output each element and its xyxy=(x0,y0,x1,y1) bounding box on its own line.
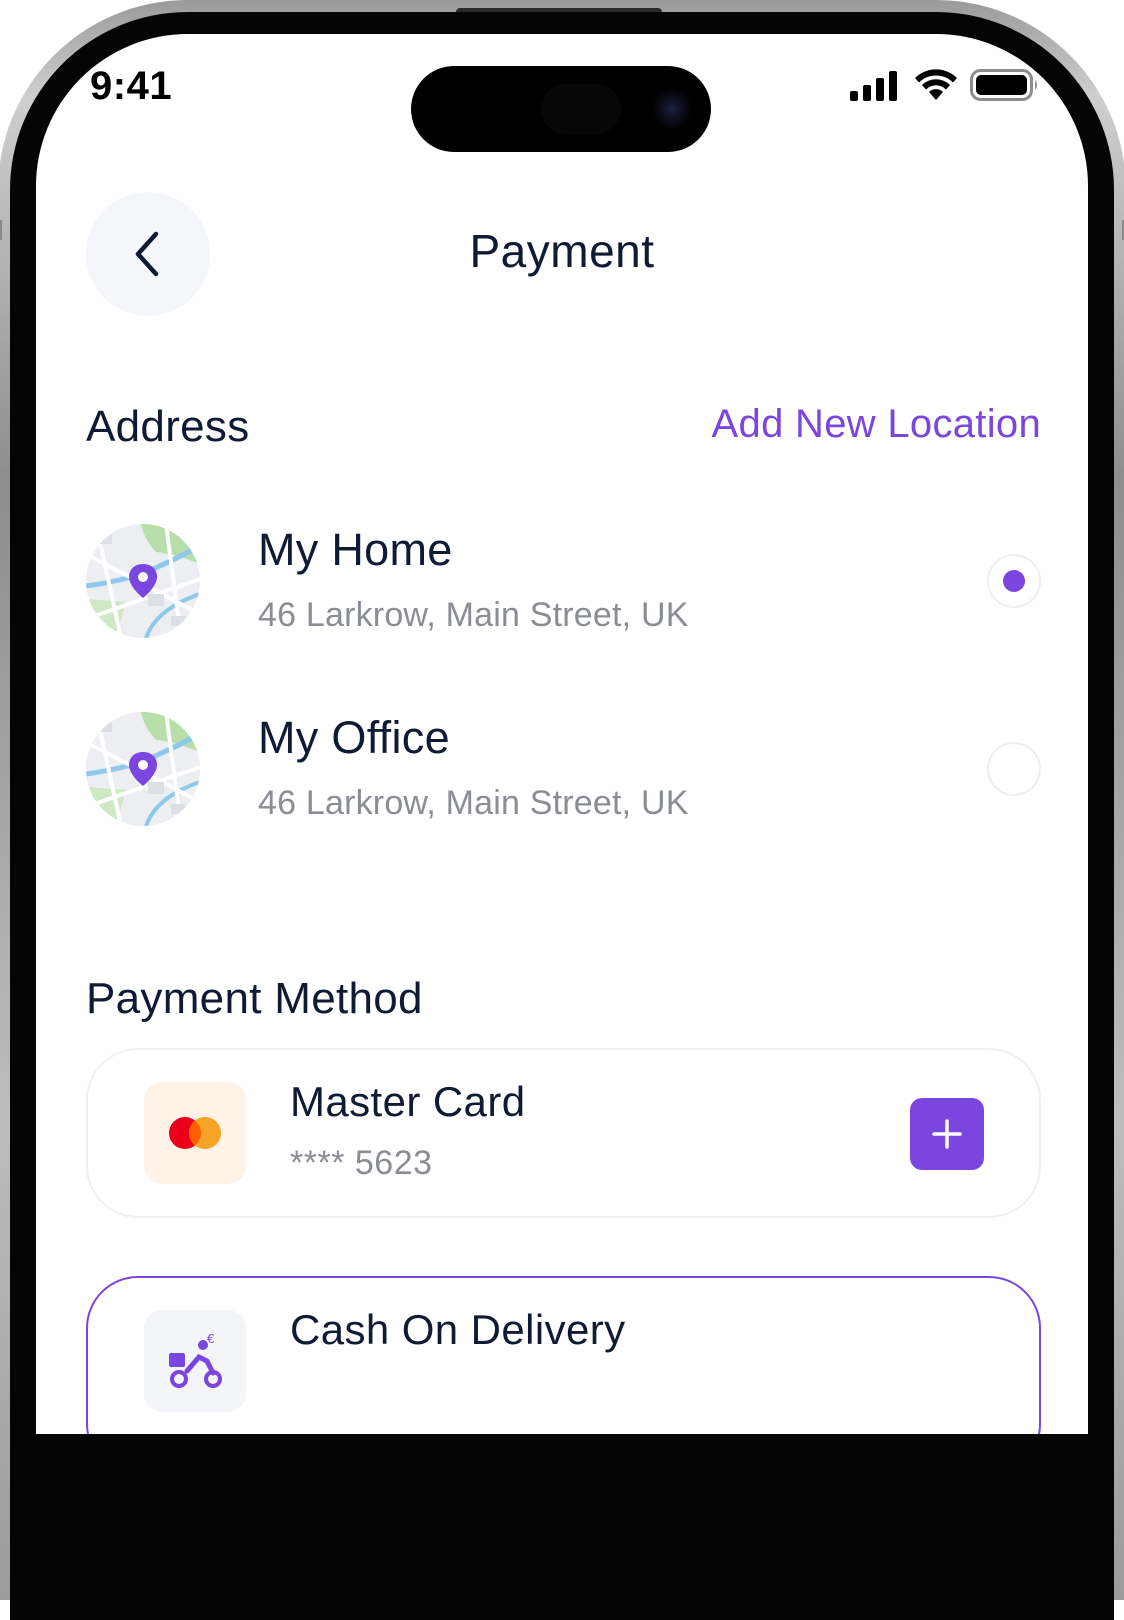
island-sensor xyxy=(541,84,621,134)
map-pin-icon xyxy=(86,712,200,826)
address-name: My Office xyxy=(258,712,450,763)
delivery-icon-tile: € xyxy=(144,1310,246,1412)
frame-side-button xyxy=(0,220,2,240)
payment-method-section-title: Payment Method xyxy=(86,974,423,1023)
plus-icon xyxy=(932,1119,962,1149)
cellular-signal-icon xyxy=(850,71,897,101)
map-pin-icon xyxy=(86,524,200,638)
mastercard-icon-tile xyxy=(144,1082,246,1184)
add-card-button[interactable] xyxy=(910,1098,984,1170)
delivery-scooter-icon: € xyxy=(169,1332,222,1388)
battery-icon xyxy=(970,69,1037,101)
mastercard-icon xyxy=(169,1117,221,1149)
map-thumbnail xyxy=(86,524,200,638)
payment-method-name: Master Card xyxy=(290,1078,526,1125)
status-time: 9:41 xyxy=(90,64,173,108)
screen: 9:41 Payment Address Add New Location My… xyxy=(36,34,1088,1434)
payment-method-mastercard[interactable]: Master Card **** 5623 xyxy=(86,1048,1041,1218)
status-icons xyxy=(850,68,1040,102)
address-section-title: Address xyxy=(86,402,250,451)
page-title: Payment xyxy=(469,225,655,277)
payment-method-cash-on-delivery[interactable]: € Cash On Delivery xyxy=(86,1276,1041,1434)
address-line: 46 Larkrow, Main Street, UK xyxy=(258,596,689,634)
map-thumbnail xyxy=(86,712,200,826)
card-number-masked: **** 5623 xyxy=(290,1144,433,1182)
address-name: My Home xyxy=(258,524,453,575)
front-camera xyxy=(651,88,693,130)
address-line: 46 Larkrow, Main Street, UK xyxy=(258,784,689,822)
address-item-home[interactable]: My Home 46 Larkrow, Main Street, UK xyxy=(86,522,1041,642)
address-radio-selected[interactable] xyxy=(987,554,1041,608)
wifi-icon xyxy=(915,69,957,100)
payment-method-name: Cash On Delivery xyxy=(290,1306,626,1353)
add-new-location-link[interactable]: Add New Location xyxy=(712,402,1041,447)
svg-text:€: € xyxy=(207,1332,215,1346)
address-radio[interactable] xyxy=(987,742,1041,796)
address-item-office[interactable]: My Office 46 Larkrow, Main Street, UK xyxy=(86,710,1041,830)
radio-dot xyxy=(1003,570,1025,592)
dynamic-island xyxy=(411,66,711,152)
